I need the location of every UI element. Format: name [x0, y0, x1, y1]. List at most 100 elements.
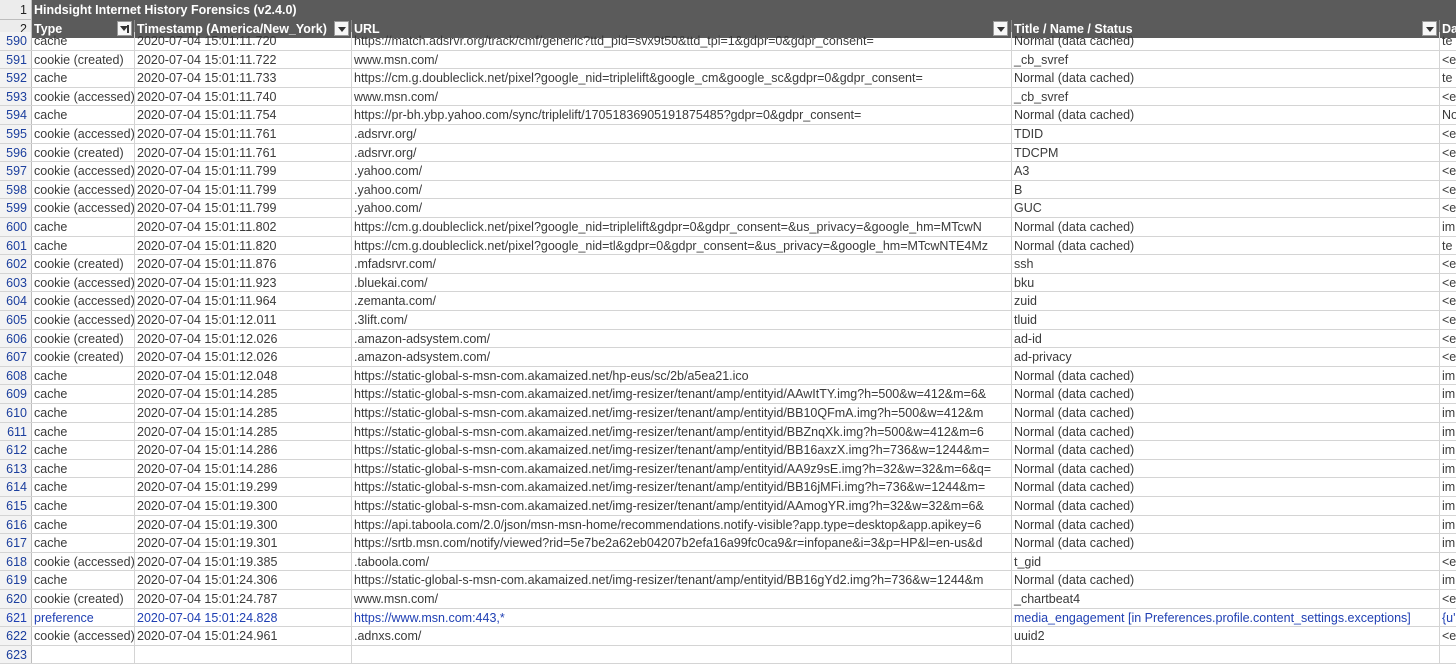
- cell-title[interactable]: bku: [1012, 273, 1440, 292]
- cell-type[interactable]: cookie (accessed): [32, 87, 135, 106]
- cell-timestamp[interactable]: 2020-07-04 15:01:19.385: [135, 552, 352, 571]
- row-number[interactable]: 608: [0, 366, 32, 385]
- table-row[interactable]: 605 cookie (accessed) 2020-07-04 15:01:12.…: [0, 311, 1456, 330]
- row-number[interactable]: 590: [0, 32, 32, 50]
- cell-url[interactable]: https://api.taboola.com/2.0/json/msn-msn…: [352, 515, 1012, 534]
- cell-type[interactable]: cookie (created): [32, 348, 135, 366]
- cell-title[interactable]: Normal (data cached): [1012, 422, 1440, 441]
- cell-timestamp[interactable]: 2020-07-04 15:01:11.799: [135, 180, 352, 199]
- cell-type[interactable]: cache: [32, 366, 135, 385]
- row-number[interactable]: 603: [0, 273, 32, 292]
- cell-url[interactable]: https://static-global-s-msn-com.akamaize…: [352, 385, 1012, 403]
- cell-type[interactable]: cookie (accessed): [32, 311, 135, 329]
- cell-type[interactable]: cookie (created): [32, 329, 135, 348]
- row-number[interactable]: 613: [0, 459, 32, 478]
- cell-data[interactable]: im: [1440, 404, 1456, 422]
- cell-data[interactable]: im: [1440, 460, 1456, 478]
- cell-data[interactable]: <e: [1440, 88, 1456, 106]
- row-number[interactable]: 601: [0, 236, 32, 255]
- cell-timestamp[interactable]: 2020-07-04 15:01:24.961: [135, 627, 352, 645]
- cell-type[interactable]: cookie (accessed): [32, 552, 135, 571]
- row-number[interactable]: 591: [0, 50, 32, 69]
- cell-data[interactable]: <e: [1440, 627, 1456, 645]
- cell-url[interactable]: https://cm.g.doubleclick.net/pixel?googl…: [352, 236, 1012, 255]
- cell-data[interactable]: <e: [1440, 199, 1456, 217]
- cell-url[interactable]: www.msn.com/: [352, 87, 1012, 106]
- cell-type[interactable]: cache: [32, 459, 135, 478]
- cell-type[interactable]: cache: [32, 478, 135, 496]
- cell-data[interactable]: <e: [1440, 144, 1456, 162]
- cell-title[interactable]: Normal (data cached): [1012, 515, 1440, 534]
- row-number[interactable]: 621: [0, 608, 32, 627]
- cell-url[interactable]: https://match.adsrvr.org/track/cmf/gener…: [352, 32, 1012, 50]
- table-row[interactable]: 619 cache 2020-07-04 15:01:24.306 https://s…: [0, 571, 1456, 590]
- cell-type[interactable]: cookie (accessed): [32, 180, 135, 199]
- cell-timestamp[interactable]: 2020-07-04 15:01:14.286: [135, 441, 352, 459]
- table-row[interactable]: 593 cookie (accessed) 2020-07-04 15:01:11.…: [0, 87, 1456, 107]
- cell-url[interactable]: https://static-global-s-msn-com.akamaize…: [352, 404, 1012, 422]
- row-number[interactable]: 616: [0, 515, 32, 534]
- table-row[interactable]: 603 cookie (accessed) 2020-07-04 15:01:11.…: [0, 273, 1456, 293]
- row-number[interactable]: 607: [0, 348, 32, 366]
- cell-url[interactable]: .yahoo.com/: [352, 162, 1012, 180]
- cell-timestamp[interactable]: 2020-07-04 15:01:24.828: [135, 608, 352, 627]
- cell-title[interactable]: B: [1012, 180, 1440, 199]
- table-row[interactable]: 614 cache 2020-07-04 15:01:19.299 https://s…: [0, 478, 1456, 497]
- row-number[interactable]: 617: [0, 534, 32, 552]
- table-row[interactable]: 594 cache 2020-07-04 15:01:11.754 https://p…: [0, 106, 1456, 125]
- cell-timestamp[interactable]: 2020-07-04 15:01:11.923: [135, 273, 352, 292]
- row-number[interactable]: 600: [0, 218, 32, 236]
- row-number[interactable]: 623: [0, 645, 32, 664]
- row-number[interactable]: 619: [0, 571, 32, 589]
- row-number[interactable]: 605: [0, 311, 32, 329]
- cell-title[interactable]: _cb_svref: [1012, 87, 1440, 106]
- cell-timestamp[interactable]: 2020-07-04 15:01:12.026: [135, 329, 352, 348]
- cell-data[interactable]: {u': [1440, 609, 1456, 627]
- cell-title[interactable]: Normal (data cached): [1012, 571, 1440, 589]
- cell-url[interactable]: www.msn.com/: [352, 590, 1012, 608]
- cell-data[interactable]: <e: [1440, 274, 1456, 292]
- cell-title[interactable]: _chartbeat4: [1012, 590, 1440, 608]
- cell-url[interactable]: .taboola.com/: [352, 552, 1012, 571]
- cell-timestamp[interactable]: 2020-07-04 15:01:19.300: [135, 515, 352, 534]
- table-row[interactable]: 613 cache 2020-07-04 15:01:14.286 https://s…: [0, 459, 1456, 479]
- cell-url[interactable]: .adsrvr.org/: [352, 143, 1012, 162]
- cell-timestamp[interactable]: 2020-07-04 15:01:19.300: [135, 497, 352, 515]
- row-number[interactable]: 592: [0, 69, 32, 87]
- row-number[interactable]: 596: [0, 143, 32, 162]
- table-row[interactable]: 617 cache 2020-07-04 15:01:19.301 https://s…: [0, 534, 1456, 553]
- table-row[interactable]: 604 cookie (accessed) 2020-07-04 15:01:11.…: [0, 292, 1456, 311]
- cell-type[interactable]: cache: [32, 236, 135, 255]
- cell-title[interactable]: Normal (data cached): [1012, 404, 1440, 422]
- table-row[interactable]: 616 cache 2020-07-04 15:01:19.300 https://a…: [0, 515, 1456, 535]
- cell-title[interactable]: ad-id: [1012, 329, 1440, 348]
- table-row[interactable]: 607 cookie (created) 2020-07-04 15:01:12.0…: [0, 348, 1456, 367]
- cell-timestamp[interactable]: 2020-07-04 15:01:11.733: [135, 69, 352, 87]
- row-number[interactable]: 612: [0, 441, 32, 459]
- row-number[interactable]: 1: [0, 0, 32, 20]
- cell-data[interactable]: <e: [1440, 311, 1456, 329]
- cell-type[interactable]: cache: [32, 497, 135, 515]
- cell-title[interactable]: t_gid: [1012, 552, 1440, 571]
- cell-type[interactable]: cache: [32, 404, 135, 422]
- cell-timestamp[interactable]: 2020-07-04 15:01:12.026: [135, 348, 352, 366]
- cell-data[interactable]: te: [1440, 237, 1456, 255]
- cell-title[interactable]: GUC: [1012, 199, 1440, 217]
- cell-type[interactable]: cache: [32, 515, 135, 534]
- cell-url[interactable]: https://static-global-s-msn-com.akamaize…: [352, 366, 1012, 385]
- cell-data[interactable]: <e: [1440, 162, 1456, 180]
- cell-url[interactable]: .yahoo.com/: [352, 180, 1012, 199]
- table-row[interactable]: 606 cookie (created) 2020-07-04 15:01:12.0…: [0, 329, 1456, 349]
- cell-type[interactable]: cookie (accessed): [32, 273, 135, 292]
- cell-url[interactable]: https://static-global-s-msn-com.akamaize…: [352, 422, 1012, 441]
- cell-url[interactable]: .bluekai.com/: [352, 273, 1012, 292]
- table-row[interactable]: 618 cookie (accessed) 2020-07-04 15:01:19.…: [0, 552, 1456, 572]
- cell-data[interactable]: im: [1440, 441, 1456, 459]
- row-number[interactable]: 594: [0, 106, 32, 124]
- table-row[interactable]: 602 cookie (created) 2020-07-04 15:01:11.8…: [0, 255, 1456, 274]
- table-row[interactable]: 611 cache 2020-07-04 15:01:14.285 https://s…: [0, 422, 1456, 442]
- cell-data[interactable]: im: [1440, 367, 1456, 385]
- cell-type[interactable]: cookie (accessed): [32, 292, 135, 310]
- cell-title[interactable]: Normal (data cached): [1012, 366, 1440, 385]
- cell-data[interactable]: im: [1440, 218, 1456, 236]
